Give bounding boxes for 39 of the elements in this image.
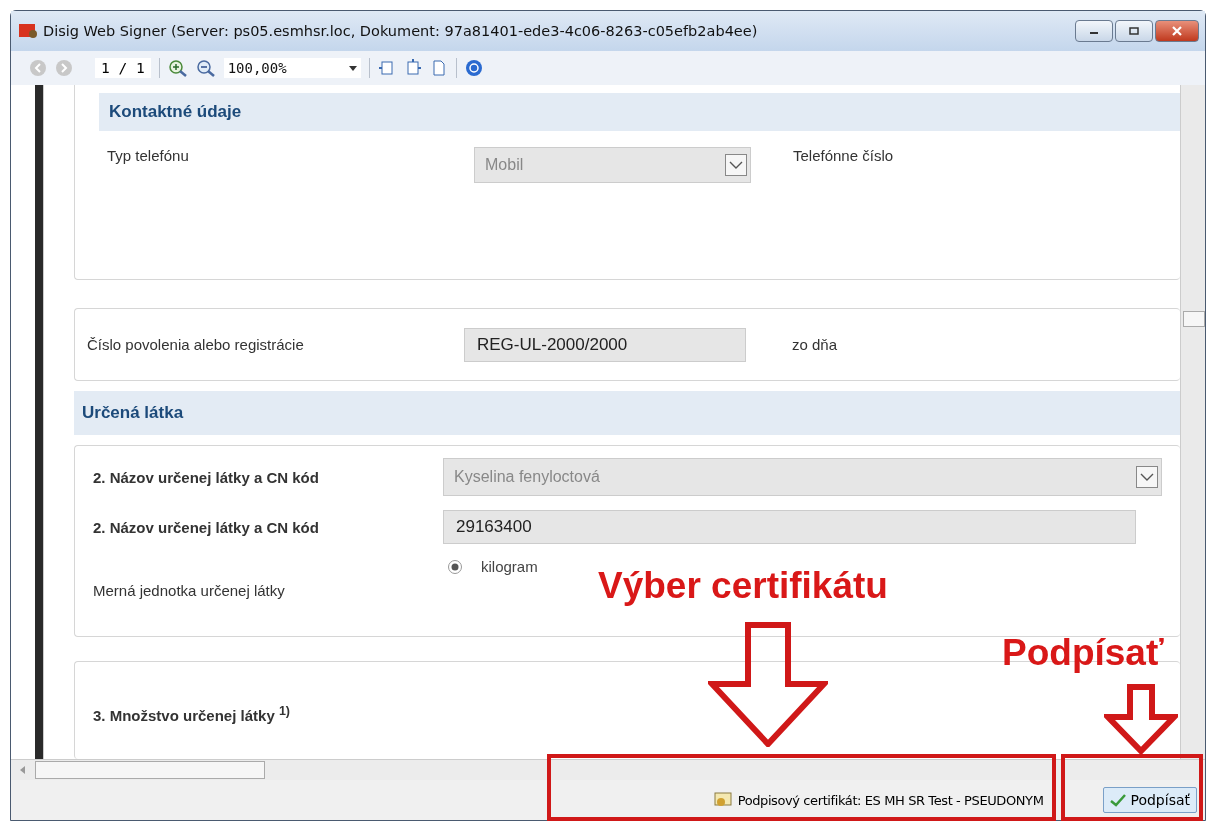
certificate-selector[interactable]: Podpisový certifikát: ES MH SR Test - PSEUDONYM xyxy=(713,791,1044,809)
zoom-dropdown[interactable]: 100,00% xyxy=(223,58,361,78)
dropdown-icon[interactable] xyxy=(1136,466,1158,489)
arrow-icon xyxy=(1104,684,1178,754)
annotation-text: Výber certifikátu xyxy=(598,567,888,604)
maximize-icon xyxy=(1129,27,1139,35)
zoom-out-icon[interactable] xyxy=(195,59,216,77)
field-label: 2. Názov určenej látky a CN kód xyxy=(93,518,320,536)
section-heading: Určená látka xyxy=(74,391,1180,436)
minimize-button[interactable] xyxy=(1075,20,1113,42)
field-label: Merná jednotka určenej látky xyxy=(93,582,286,600)
rotate-left-icon[interactable] xyxy=(377,59,396,77)
help-icon[interactable] xyxy=(464,59,483,77)
zoom-in-icon[interactable] xyxy=(167,59,188,77)
unit-radio[interactable]: kilogram xyxy=(447,558,538,576)
field-label: Telefónne číslo xyxy=(793,147,894,164)
app-icon xyxy=(19,23,39,39)
annotation-text: Podpísať xyxy=(1002,634,1164,671)
field-label: Typ telefónu xyxy=(106,147,190,164)
cn-code-field[interactable]: 29163400 xyxy=(443,510,1136,545)
close-icon xyxy=(1171,26,1183,36)
field-label: 2. Názov určenej látky a CN kód xyxy=(93,468,320,486)
section-heading: Kontaktné údaje xyxy=(99,93,1180,131)
field-label: 3. Množstvo určenej látky $^{1)}$ xyxy=(93,707,290,725)
checkmark-icon xyxy=(1110,793,1127,807)
maximize-button[interactable] xyxy=(1115,20,1153,42)
vertical-scrollbar[interactable] xyxy=(1180,85,1205,759)
dropdown-icon[interactable] xyxy=(725,154,747,176)
sign-button[interactable]: Podpísať xyxy=(1103,787,1197,813)
page-indicator: 1 / 1 xyxy=(95,58,151,78)
horizontal-scrollbar[interactable] xyxy=(11,759,1205,780)
window-title: Disig Web Signer (Server: ps05.esmhsr.loc, Dokument: 97a81401-ede3-4c06-8263-c05efb2ab4ee) xyxy=(43,23,759,39)
certificate-icon xyxy=(713,791,734,809)
field-label: zo dňa xyxy=(792,336,838,354)
close-button[interactable] xyxy=(1155,20,1199,42)
permit-number-field[interactable]: REG-UL-2000/2000 xyxy=(464,327,746,362)
field-label: Číslo povolenia alebo registrácie xyxy=(87,336,305,354)
arrow-icon xyxy=(708,622,828,747)
caret-icon xyxy=(348,65,357,71)
